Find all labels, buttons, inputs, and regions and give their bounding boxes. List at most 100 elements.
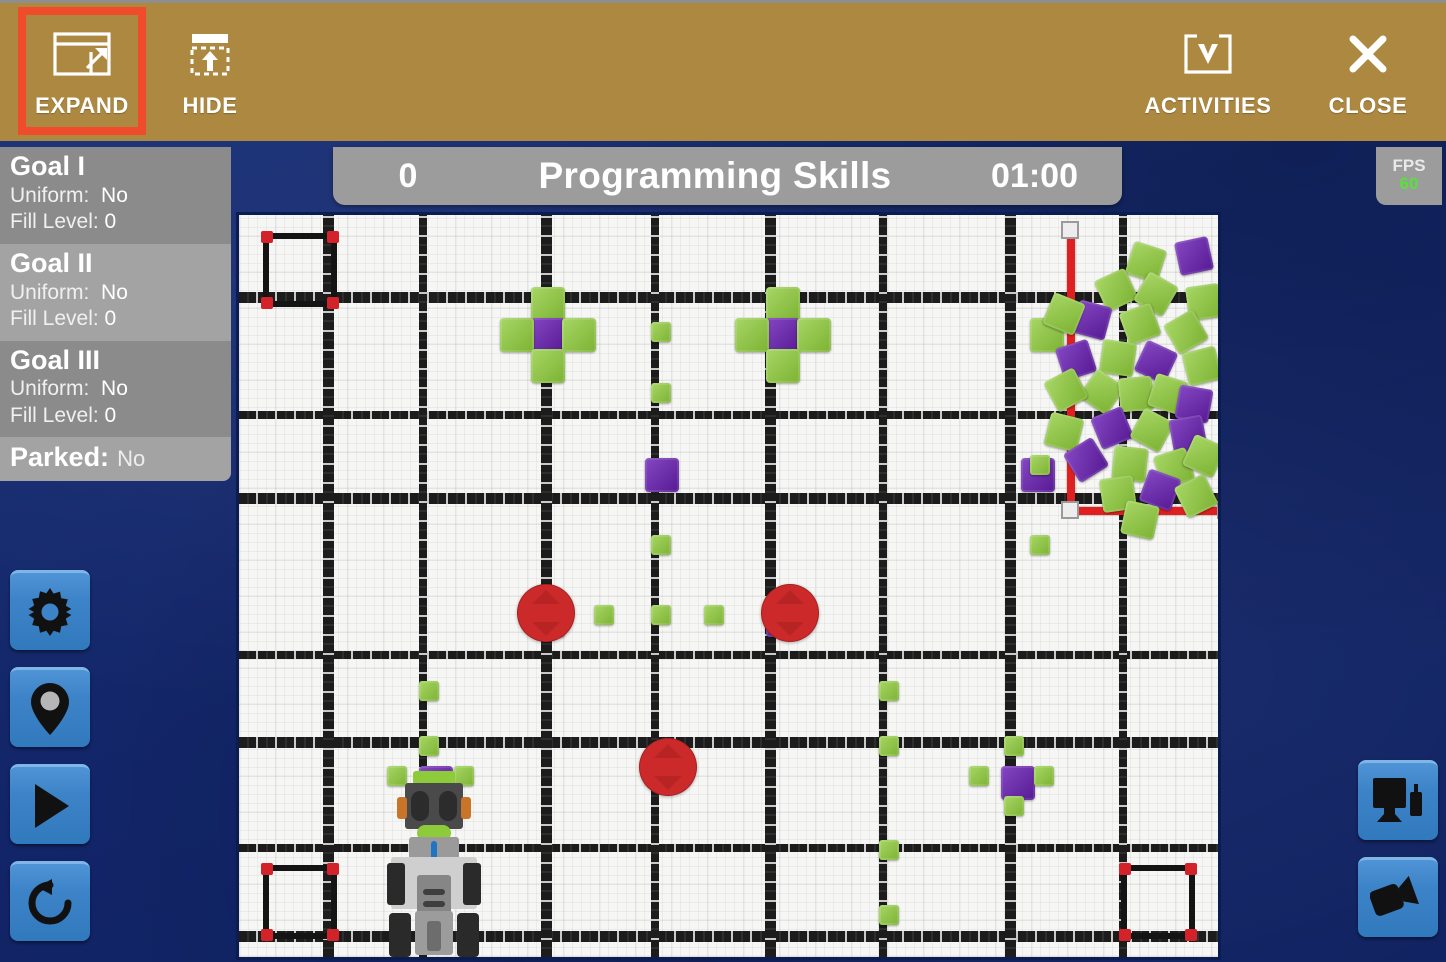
toolbar-right-group: ACTIVITIES CLOSE <box>1118 3 1438 144</box>
reset-reload-icon <box>24 877 76 929</box>
reset-button[interactable] <box>10 861 90 941</box>
simulation-field[interactable] <box>236 212 1221 960</box>
barrier-node <box>1217 501 1218 519</box>
red-disc[interactable] <box>761 584 819 642</box>
purple-cube[interactable] <box>766 318 800 352</box>
green-cube[interactable] <box>1030 535 1050 555</box>
goal-fill-label: Fill Level: <box>10 307 99 331</box>
goal-frame[interactable] <box>261 231 339 309</box>
camera-button[interactable] <box>1358 857 1438 937</box>
green-cube[interactable] <box>1119 499 1161 541</box>
play-icon <box>26 780 74 832</box>
activities-button-label: ACTIVITIES <box>1144 93 1272 118</box>
goal-fill-label: Fill Level: <box>10 403 99 427</box>
close-x-icon <box>1344 23 1392 85</box>
green-cube[interactable] <box>562 318 596 352</box>
green-cube[interactable] <box>879 905 899 925</box>
green-cube[interactable] <box>704 605 724 625</box>
green-cube[interactable] <box>419 681 439 701</box>
goal-frame[interactable] <box>1119 863 1197 941</box>
goal-title: Goal III <box>10 344 101 375</box>
goals-panel: Goal I Uniform: No Fill Level: 0 Goal II… <box>0 147 231 482</box>
green-cube[interactable] <box>651 535 671 555</box>
goal-uniform-row: Uniform: No <box>10 183 221 209</box>
fps-label: FPS <box>1392 156 1426 176</box>
close-button-label: CLOSE <box>1328 93 1408 118</box>
green-cube[interactable] <box>879 736 899 756</box>
green-cube[interactable] <box>651 605 671 625</box>
position-button[interactable] <box>10 667 90 747</box>
green-cube[interactable] <box>1098 338 1138 378</box>
goal-fill-value: 0 <box>104 307 117 331</box>
green-cube[interactable] <box>735 318 769 352</box>
barrier-node <box>1061 501 1079 519</box>
activities-button[interactable]: ACTIVITIES <box>1118 7 1298 135</box>
green-cube[interactable] <box>500 318 534 352</box>
green-cube[interactable] <box>651 322 671 342</box>
parked-value: No <box>117 446 146 472</box>
goal-uniform-label: Uniform: <box>10 183 90 207</box>
close-button[interactable]: CLOSE <box>1298 7 1438 135</box>
right-tool-buttons <box>1358 760 1438 937</box>
goal-title: Goal II <box>10 247 93 278</box>
green-cube[interactable] <box>1004 796 1024 816</box>
run-button[interactable] <box>10 764 90 844</box>
goal-block-2: Goal II Uniform: No Fill Level: 0 <box>0 243 231 341</box>
purple-cube[interactable] <box>531 318 565 352</box>
ev3-robot[interactable] <box>387 771 481 957</box>
green-cube[interactable] <box>1034 766 1054 786</box>
goal-fill-row: Fill Level: 0 <box>10 403 221 429</box>
hide-button[interactable]: HIDE <box>146 7 274 135</box>
simulator-window: EXPAND HIDE ACTIVITIES CLOSE 0 Programmi… <box>0 0 1446 962</box>
green-cube[interactable] <box>419 736 439 756</box>
green-cube[interactable] <box>531 349 565 383</box>
field-gridline-h <box>239 931 1218 942</box>
goal-uniform-value: No <box>101 183 128 207</box>
expand-button-label: EXPAND <box>35 93 129 118</box>
green-cube[interactable] <box>1030 455 1050 475</box>
green-cube[interactable] <box>797 318 831 352</box>
fps-value: 60 <box>1399 174 1419 194</box>
goal-fill-row: Fill Level: 0 <box>10 209 221 235</box>
settings-button[interactable] <box>10 570 90 650</box>
field-gridline-h <box>239 737 1218 748</box>
goal-frame[interactable] <box>261 863 339 941</box>
purple-cube[interactable] <box>645 458 679 492</box>
goal-block-1: Goal I Uniform: No Fill Level: 0 <box>0 147 231 244</box>
green-cube[interactable] <box>1004 736 1024 756</box>
green-cube[interactable] <box>969 766 989 786</box>
red-disc[interactable] <box>639 738 697 796</box>
view-button[interactable] <box>1358 760 1438 840</box>
green-cube[interactable] <box>651 383 671 403</box>
score-header-bar: 0 Programming Skills 01:00 <box>333 147 1122 205</box>
green-cube[interactable] <box>766 287 800 321</box>
left-tool-buttons <box>10 570 90 941</box>
purple-cube[interactable] <box>1001 766 1035 800</box>
green-cube[interactable] <box>531 287 565 321</box>
expand-window-icon <box>51 23 113 85</box>
top-toolbar: EXPAND HIDE ACTIVITIES CLOSE <box>0 0 1446 141</box>
goal-title: Goal I <box>10 151 86 181</box>
goal-fill-label: Fill Level: <box>10 210 99 234</box>
expand-button[interactable]: EXPAND <box>18 7 146 135</box>
green-cube[interactable] <box>766 349 800 383</box>
barrier-node <box>1061 221 1079 239</box>
goal-uniform-row: Uniform: No <box>10 376 221 402</box>
camera-angle-icon <box>1370 873 1426 925</box>
activities-tray-icon <box>1180 23 1236 85</box>
field-gridline-h <box>239 844 1218 852</box>
match-timer: 01:00 <box>991 156 1078 195</box>
field-gridline-v <box>1005 215 1016 957</box>
purple-cube[interactable] <box>1173 235 1215 277</box>
goal-block-3: Goal III Uniform: No Fill Level: 0 <box>0 340 231 438</box>
green-cube[interactable] <box>879 681 899 701</box>
green-cube[interactable] <box>879 840 899 860</box>
red-disc[interactable] <box>517 584 575 642</box>
goal-uniform-label: Uniform: <box>10 280 90 304</box>
green-cube[interactable] <box>594 605 614 625</box>
parked-status-row: Parked: No <box>0 437 231 482</box>
hide-button-label: HIDE <box>182 93 238 118</box>
goal-uniform-value: No <box>101 377 128 401</box>
hide-panel-icon <box>186 23 234 85</box>
toolbar-left-group: EXPAND HIDE <box>18 3 274 144</box>
